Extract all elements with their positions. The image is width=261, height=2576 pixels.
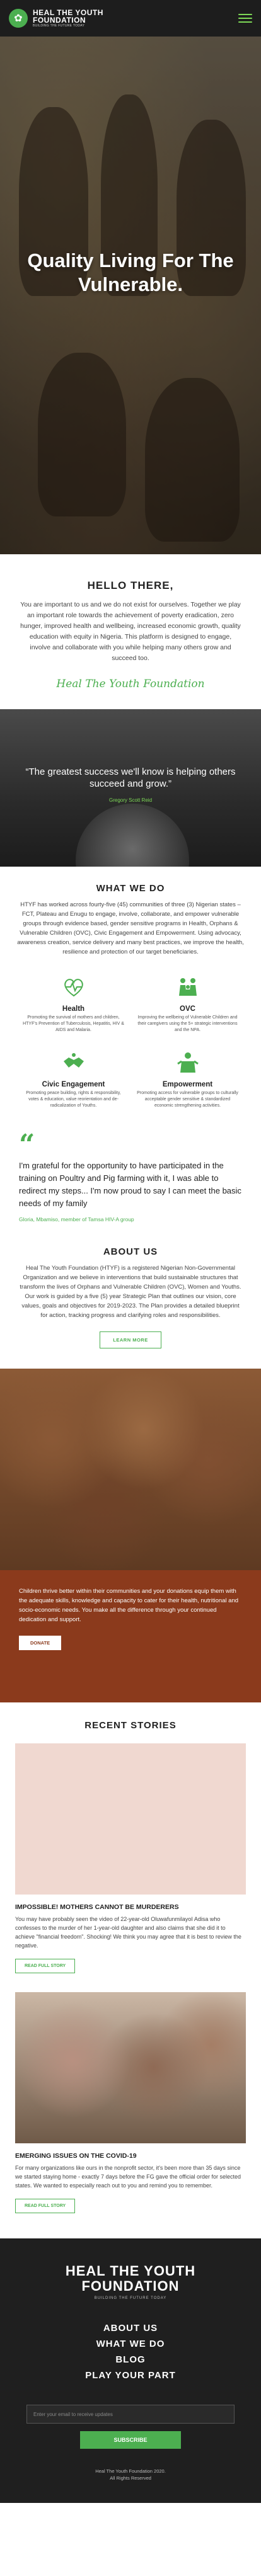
story-image[interactable] <box>15 1743 246 1895</box>
testimonial-author: Gloria, Mbamiso, member of Tamsa HIV-A g… <box>19 1216 134 1222</box>
read-full-story-button[interactable]: READ FULL STORY <box>15 2199 76 2213</box>
top-navbar: ✿ HEAL THE YOUTH FOUNDATION BUILDING THE… <box>0 0 261 37</box>
pillar-title: Empowerment <box>162 1081 213 1088</box>
story-card: EMERGING ISSUES ON THE COVID-19 For many… <box>15 1992 246 2213</box>
footer-link-about-us[interactable]: ABOUT US <box>19 2323 242 2334</box>
what-we-do-intro: HTYF has worked across fourty-five (45) … <box>17 901 244 955</box>
pillar-ovc: OVC Improving the wellbeing of Vulnerabl… <box>137 974 238 1034</box>
hamburger-menu-icon[interactable] <box>238 14 252 23</box>
logo-tagline: BUILDING THE FUTURE TODAY <box>33 24 85 28</box>
pillar-desc: Promoting peace building, rights & respo… <box>26 1091 121 1108</box>
donate-body: Children thrive better within their comm… <box>19 1588 239 1623</box>
recent-stories-section: RECENT STORIES IMPOSSIBLE! MOTHERS CANNO… <box>0 1702 261 2238</box>
pillar-civic-engagement: Civic Engagement Promoting peace buildin… <box>23 1050 124 1109</box>
pillars-grid: Health Promoting the survival of mothers… <box>16 974 245 1109</box>
story-excerpt: You may have probably seen the video of … <box>15 1916 241 1949</box>
about-section: ABOUT US Heal The Youth Foundation (HTYF… <box>0 1229 261 1369</box>
footer-logo-line2: FOUNDATION <box>81 2278 180 2294</box>
recent-stories-heading: RECENT STORIES <box>84 1720 177 1731</box>
heartbeat-icon <box>64 979 83 997</box>
donate-section: Children thrive better within their comm… <box>0 1369 261 1702</box>
banner-quote: “The greatest success we'll know is help… <box>25 767 236 789</box>
testimonial-text: I'm grateful for the opportunity to have… <box>19 1161 241 1208</box>
donate-panel: Children thrive better within their comm… <box>0 1570 261 1702</box>
foundation-signature: Heal The Youth Foundation <box>56 678 205 690</box>
family-icon <box>178 978 197 996</box>
about-heading: ABOUT US <box>103 1246 158 1257</box>
pillar-desc: Promoting access for vulnerable groups t… <box>137 1091 238 1108</box>
empowerment-icon <box>177 1052 199 1073</box>
footer-link-play-your-part[interactable]: PLAY YOUR PART <box>19 2370 242 2381</box>
story-card: IMPOSSIBLE! MOTHERS CANNOT BE MURDERERS … <box>15 1743 246 1973</box>
donate-children-photo <box>0 1369 261 1570</box>
donate-button[interactable]: DONATE <box>19 1636 62 1650</box>
newsletter-email-input[interactable] <box>26 2405 235 2424</box>
footer-link-what-we-do[interactable]: WHAT WE DO <box>19 2339 242 2349</box>
hero-section: ✿ HEAL THE YOUTH FOUNDATION BUILDING THE… <box>0 0 261 554</box>
story-image[interactable] <box>15 1992 246 2143</box>
story-title[interactable]: IMPOSSIBLE! MOTHERS CANNOT BE MURDERERS <box>15 1903 246 1911</box>
learn-more-button[interactable]: LEARN MORE <box>100 1331 161 1348</box>
testimonial-section: “ I'm grateful for the opportunity to ha… <box>0 1124 261 1229</box>
footer-nav: ABOUT US WHAT WE DO BLOG PLAY YOUR PART <box>19 2323 242 2381</box>
pillar-health: Health Promoting the survival of mothers… <box>23 974 124 1034</box>
hero-title: Quality Living For The Vulnerable. <box>27 249 234 295</box>
pillar-title: OVC <box>180 1005 195 1013</box>
logo-line2: FOUNDATION <box>33 16 86 25</box>
pillar-empowerment: Empowerment Promoting access for vulnera… <box>137 1050 238 1109</box>
footer-link-blog[interactable]: BLOG <box>19 2354 242 2365</box>
quote-mark-icon: “ <box>19 1129 35 1161</box>
what-we-do-heading: WHAT WE DO <box>96 883 165 894</box>
footer-logo-tagline: BUILDING THE FUTURE TODAY <box>94 2296 167 2300</box>
what-we-do-section: WHAT WE DO HTYF has worked across fourty… <box>0 867 261 1124</box>
subscribe-button[interactable]: SUBSCRIBE <box>80 2431 181 2449</box>
pillar-desc: Promoting the survival of mothers and ch… <box>23 1015 124 1032</box>
banner-quote-author: Gregory Scott Reid <box>108 797 153 803</box>
quote-banner-photo <box>76 804 189 867</box>
hello-heading: HELLO THERE, <box>87 579 174 591</box>
hello-section: HELLO THERE, You are important to us and… <box>0 554 261 709</box>
read-full-story-button[interactable]: READ FULL STORY <box>15 1959 76 1973</box>
story-excerpt: For many organizations like ours in the … <box>15 2165 241 2189</box>
quote-banner: “The greatest success we'll know is help… <box>0 709 261 867</box>
handshake-icon <box>63 1053 84 1068</box>
pillar-title: Civic Engagement <box>42 1081 105 1088</box>
site-footer: HEAL THE YOUTH FOUNDATION BUILDING THE F… <box>0 2238 261 2503</box>
pillar-desc: Improving the wellbeing of Vulnerable Ch… <box>137 1015 238 1032</box>
story-title[interactable]: EMERGING ISSUES ON THE COVID-19 <box>15 2152 246 2160</box>
hello-body: You are important to us and we do not ex… <box>20 601 241 662</box>
footer-logo-line1: HEAL THE YOUTH <box>65 2263 196 2279</box>
about-body: Heal The Youth Foundation (HTYF) is a re… <box>20 1265 241 1319</box>
copyright-line2: All Rights Reserved <box>110 2475 151 2481</box>
pillar-title: Health <box>62 1005 85 1013</box>
logo-leaf-icon: ✿ <box>9 9 28 28</box>
copyright: Heal The Youth Foundation 2020. All Righ… <box>19 2468 242 2482</box>
site-logo[interactable]: ✿ HEAL THE YOUTH FOUNDATION BUILDING THE… <box>9 9 103 28</box>
copyright-line1: Heal The Youth Foundation 2020. <box>95 2468 166 2474</box>
